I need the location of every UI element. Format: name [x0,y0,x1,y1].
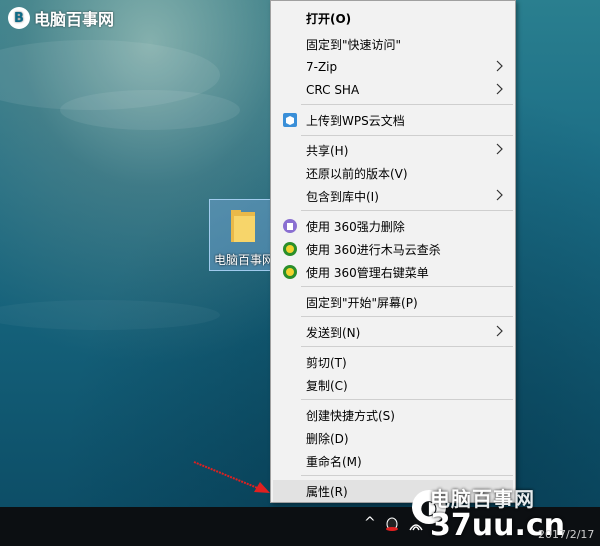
menu-item-label: CRC SHA [306,83,360,97]
menu-item-label: 属性(R) [306,484,348,499]
menu-item-360-scan[interactable]: 使用 360进行木马云查杀 [273,238,513,260]
menu-item-cut[interactable]: 剪切(T) [273,351,513,373]
menu-item-pin-quick-access[interactable]: 固定到"快速访问" [273,33,513,55]
menu-item-label: 固定到"快速访问" [306,37,402,52]
menu-separator [301,475,513,476]
menu-item-label: 使用 360进行木马云查杀 [306,242,441,257]
menu-item-send-to[interactable]: 发送到(N) [273,321,513,343]
menu-separator [301,316,513,317]
watermark-top: B 电脑百事网 [8,6,114,30]
desktop-icon-label: 电脑百事网 [214,253,272,267]
360-delete-icon [283,219,297,233]
menu-item-open[interactable]: 打开(O) [273,7,513,29]
menu-item-label: 创建快捷方式(S) [306,408,395,423]
360-scan-icon [283,242,297,256]
menu-item-upload-wps[interactable]: 上传到WPS云文档 [273,109,513,131]
watermark-top-text: 电脑百事网 [34,10,115,29]
menu-item-restore-versions[interactable]: 还原以前的版本(V) [273,162,513,184]
menu-item-label: 上传到WPS云文档 [306,113,405,128]
menu-item-label: 包含到库中(I) [306,189,379,204]
menu-item-label: 共享(H) [306,143,349,158]
menu-item-delete[interactable]: 删除(D) [273,427,513,449]
menu-item-create-shortcut[interactable]: 创建快捷方式(S) [273,404,513,426]
context-menu: 打开(O) 固定到"快速访问" 7-Zip CRC SHA 上传到WPS云文档 … [270,0,516,503]
menu-separator [301,286,513,287]
menu-item-pin-start[interactable]: 固定到"开始"屏幕(P) [273,291,513,313]
menu-separator [301,346,513,347]
menu-item-copy[interactable]: 复制(C) [273,374,513,396]
360-manage-icon [283,265,297,279]
tray-chevron-icon[interactable]: ^ [364,515,376,531]
menu-item-label: 固定到"开始"屏幕(P) [306,295,418,310]
watermark-logo: B [8,7,30,29]
menu-item-label: 打开(O) [306,11,352,26]
menu-separator [301,135,513,136]
menu-separator [301,210,513,211]
menu-item-360-delete[interactable]: 使用 360强力删除 [273,215,513,237]
menu-separator [301,399,513,400]
menu-separator [301,104,513,105]
menu-item-360-manage[interactable]: 使用 360管理右键菜单 [273,261,513,283]
chevron-right-icon [496,143,503,155]
menu-item-include-library[interactable]: 包含到库中(I) [273,185,513,207]
folder-icon [231,210,255,242]
menu-item-label: 删除(D) [306,431,349,446]
menu-item-label: 发送到(N) [306,325,361,340]
menu-item-7zip[interactable]: 7-Zip [273,56,513,78]
menu-item-label: 剪切(T) [306,355,347,370]
desktop-folder-icon[interactable]: 电脑百事网 [209,199,272,271]
chevron-right-icon [496,189,503,201]
menu-item-label: 重命名(M) [306,454,362,469]
menu-item-label: 复制(C) [306,378,348,393]
pointer-arrow-annotation [193,461,270,493]
menu-item-label: 7-Zip [306,60,338,74]
chevron-right-icon [496,83,503,95]
menu-item-label: 使用 360管理右键菜单 [306,265,429,280]
menu-item-crc-sha[interactable]: CRC SHA [273,79,513,101]
chevron-right-icon [496,325,503,337]
taskbar-clock[interactable]: 2017/2/17 [538,528,594,541]
menu-item-rename[interactable]: 重命名(M) [273,450,513,472]
wps-cloud-icon [283,113,297,127]
menu-item-label: 使用 360强力删除 [306,219,405,234]
menu-item-share[interactable]: 共享(H) [273,139,513,161]
qq-icon[interactable] [384,516,400,532]
menu-item-label: 还原以前的版本(V) [306,166,408,181]
chevron-right-icon [496,60,503,72]
watermark-bottom-line1: 电脑百事网 [430,487,535,511]
